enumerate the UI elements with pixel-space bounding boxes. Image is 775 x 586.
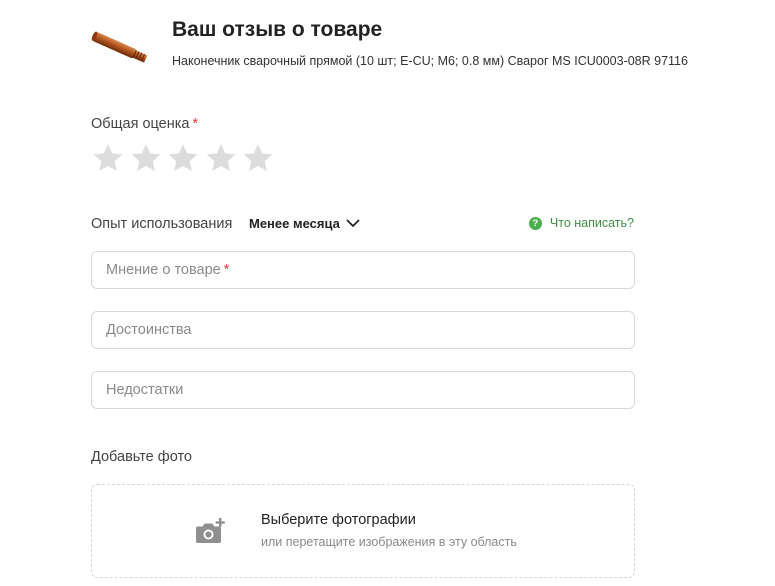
pros-placeholder: Достоинства [106, 322, 192, 338]
dropzone-title: Выберите фотографии [261, 512, 416, 528]
welding-tip-image [91, 31, 148, 63]
product-name: Наконечник сварочный прямой (10 шт; E-CU… [172, 54, 688, 68]
star-icon [206, 144, 235, 172]
rating-label: Общая оценка * [91, 116, 198, 132]
product-thumbnail [88, 26, 154, 70]
opinion-field[interactable]: Мнение о товаре * [91, 251, 635, 289]
experience-dropdown[interactable]: Менее месяца [249, 215, 361, 231]
photo-dropzone[interactable]: Выберите фотографии или перетащите изобр… [91, 484, 635, 578]
star-3[interactable] [166, 140, 204, 176]
dropzone-subtitle: или перетащите изображения в эту область [261, 535, 517, 549]
required-mark: * [223, 262, 230, 278]
opinion-placeholder: Мнение о товаре * [106, 262, 229, 278]
star-1[interactable] [91, 140, 129, 176]
camera-add-icon [196, 518, 225, 543]
pros-field[interactable]: Достоинства [91, 311, 635, 349]
required-mark: * [192, 116, 199, 132]
cons-field[interactable]: Недостатки [91, 371, 635, 409]
rating-label-text: Общая оценка [91, 116, 190, 132]
star-icon [131, 144, 160, 172]
star-5[interactable] [241, 140, 279, 176]
add-photo-label: Добавьте фото [91, 449, 192, 465]
experience-label: Опыт использования [91, 216, 233, 232]
star-2[interactable] [129, 140, 167, 176]
opinion-placeholder-text: Мнение о товаре [106, 262, 221, 278]
what-to-write-link[interactable]: ? Что написать? [528, 216, 634, 230]
star-icon [168, 144, 198, 172]
page-title: Ваш отзыв о товаре [172, 18, 383, 41]
experience-value: Менее месяца [249, 215, 340, 231]
help-icon: ? [528, 216, 542, 230]
what-to-write-text: Что написать? [549, 216, 634, 230]
star-icon [93, 144, 123, 172]
chevron-down-icon [346, 219, 360, 227]
star-rating [91, 140, 279, 176]
star-4[interactable] [204, 140, 242, 176]
cons-placeholder: Недостатки [106, 382, 184, 398]
star-icon [243, 144, 273, 172]
